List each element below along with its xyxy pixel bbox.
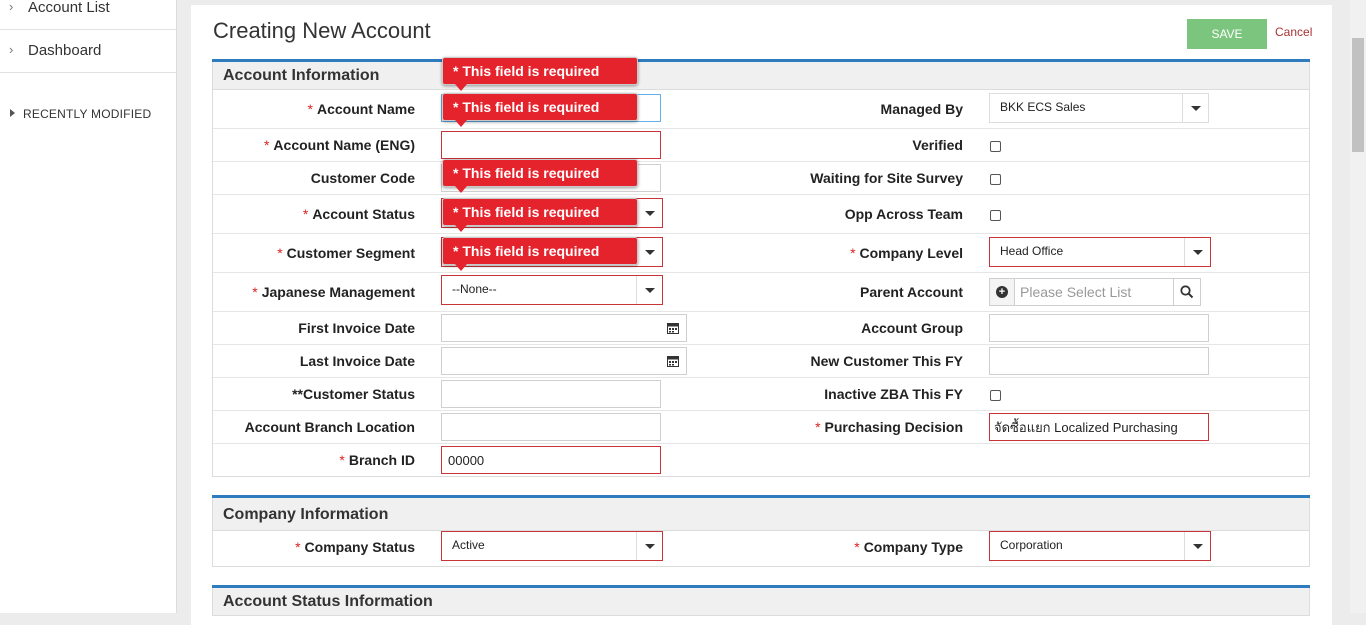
- chevron-down-icon: [636, 532, 662, 560]
- first-invoice-date-input[interactable]: [441, 314, 662, 342]
- divider: [213, 233, 1309, 234]
- save-button[interactable]: SAVE: [1187, 19, 1267, 49]
- chevron-right-icon: ›: [9, 42, 14, 57]
- company-type-label: * Company Type: [854, 539, 963, 555]
- managed-by-select[interactable]: BKK ECS Sales: [989, 93, 1209, 123]
- section-title: Company Information: [212, 498, 1310, 531]
- branch-id-input[interactable]: [441, 446, 661, 474]
- customer-code-label: Customer Code: [310, 170, 415, 186]
- company-status-select[interactable]: Active: [441, 531, 663, 561]
- opp-across-team-label: Opp Across Team: [844, 206, 963, 222]
- verified-checkbox[interactable]: [990, 141, 1001, 152]
- waiting-site-survey-checkbox[interactable]: [990, 174, 1001, 185]
- chevron-right-icon: ›: [9, 0, 14, 14]
- account-name-eng-input[interactable]: [441, 131, 661, 159]
- company-information-section: Company Information: [212, 495, 1310, 531]
- scrollbar-thumb[interactable]: [1352, 38, 1364, 152]
- chevron-down-icon: [636, 238, 662, 266]
- section-title: Account Information: [212, 62, 1310, 90]
- chevron-down-icon: [1184, 238, 1210, 266]
- parent-account-label: Parent Account: [860, 284, 963, 300]
- company-level-select[interactable]: Head Office: [989, 237, 1211, 267]
- select-value: Head Office: [1000, 244, 1064, 258]
- validation-tooltip: * This field is required: [442, 198, 638, 232]
- managed-by-label: Managed By: [880, 101, 963, 117]
- branch-id-label: * Branch ID: [339, 452, 415, 468]
- inactive-zba-fy-label: Inactive ZBA This FY: [824, 386, 963, 402]
- validation-tooltip: * This field is required: [442, 159, 638, 193]
- add-parent-account-button[interactable]: +: [989, 278, 1015, 306]
- purchasing-decision-input[interactable]: [989, 413, 1209, 441]
- cancel-link[interactable]: Cancel: [1275, 25, 1312, 39]
- last-invoice-date-label: Last Invoice Date: [299, 353, 415, 369]
- account-information-section: Account Information: [212, 59, 1310, 90]
- customer-status-label: **Customer Status: [292, 386, 415, 402]
- account-branch-location-label: Account Branch Location: [244, 419, 415, 435]
- calendar-icon[interactable]: [661, 347, 687, 375]
- recently-modified-toggle[interactable]: RECENTLY MODIFIED: [10, 107, 151, 121]
- select-value: --None--: [452, 282, 497, 296]
- inactive-zba-fy-checkbox[interactable]: [990, 390, 1001, 401]
- verified-label: Verified: [912, 137, 963, 153]
- opp-across-team-checkbox[interactable]: [990, 210, 1001, 221]
- divider: [213, 410, 1309, 411]
- new-customer-fy-label: New Customer This FY: [810, 353, 963, 369]
- add-circle-icon: +: [996, 286, 1008, 298]
- divider: [213, 128, 1309, 129]
- new-customer-fy-input[interactable]: [989, 347, 1209, 375]
- divider: [213, 311, 1309, 312]
- chevron-down-icon: [636, 199, 662, 227]
- divider: [213, 194, 1309, 195]
- section-title: Account Status Information: [212, 588, 1310, 616]
- chevron-down-icon: [636, 276, 662, 304]
- page-title: Creating New Account: [213, 18, 431, 43]
- search-icon[interactable]: [1173, 278, 1201, 306]
- account-name-label: * Account Name: [307, 101, 415, 117]
- company-status-label: * Company Status: [295, 539, 415, 555]
- account-group-input[interactable]: [989, 314, 1209, 342]
- waiting-site-survey-label: Waiting for Site Survey: [810, 170, 963, 186]
- japanese-management-label: * Japanese Management: [252, 284, 415, 300]
- recently-modified-label: RECENTLY MODIFIED: [23, 107, 152, 121]
- account-branch-location-input[interactable]: [441, 413, 661, 441]
- validation-tooltip: * This field is required: [442, 93, 638, 127]
- divider: [213, 161, 1309, 162]
- purchasing-decision-label: * Purchasing Decision: [815, 419, 963, 435]
- sidebar: › Account List › Dashboard RECENTLY MODI…: [0, 0, 177, 613]
- account-status-information-section: Account Status Information: [212, 585, 1310, 616]
- customer-status-input[interactable]: [441, 380, 661, 408]
- divider: [213, 377, 1309, 378]
- parent-account-input[interactable]: Please Select List: [1015, 278, 1174, 306]
- validation-tooltip: * This field is required: [442, 237, 638, 271]
- japanese-management-select[interactable]: --None--: [441, 275, 663, 305]
- divider: [213, 443, 1309, 444]
- sidebar-item-label: Account List: [28, 0, 110, 16]
- sidebar-item-label: Dashboard: [28, 42, 102, 59]
- company-type-select[interactable]: Corporation: [989, 531, 1211, 561]
- chevron-down-icon: [1182, 94, 1208, 122]
- chevron-down-icon: [1184, 532, 1210, 560]
- last-invoice-date-input[interactable]: [441, 347, 662, 375]
- divider: [213, 344, 1309, 345]
- validation-tooltip: * This field is required: [442, 57, 638, 91]
- sidebar-item-dashboard[interactable]: › Dashboard: [0, 29, 176, 73]
- account-name-eng-label: * Account Name (ENG): [263, 137, 415, 153]
- account-status-label: * Account Status: [302, 206, 415, 222]
- divider: [213, 272, 1309, 273]
- first-invoice-date-label: First Invoice Date: [298, 320, 415, 336]
- company-level-label: * Company Level: [850, 245, 963, 261]
- customer-segment-label: * Customer Segment: [277, 245, 415, 261]
- triangle-right-icon: [10, 109, 15, 117]
- select-value: Active: [452, 538, 485, 552]
- sidebar-item-account-list[interactable]: › Account List: [0, 0, 176, 30]
- select-value: BKK ECS Sales: [1000, 100, 1086, 114]
- select-value: Corporation: [1000, 538, 1063, 552]
- account-group-label: Account Group: [861, 320, 963, 336]
- calendar-icon[interactable]: [661, 314, 687, 342]
